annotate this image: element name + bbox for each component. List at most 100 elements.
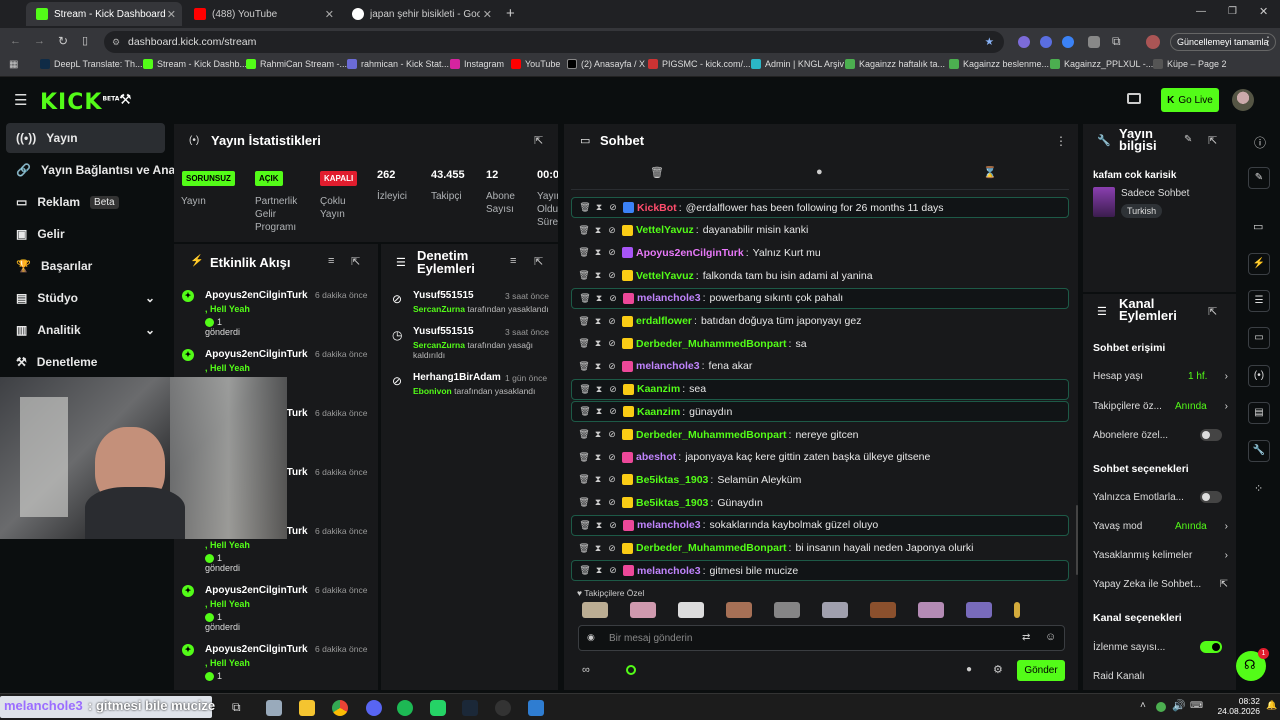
edit-icon[interactable]: ✎ <box>1184 134 1192 145</box>
delete-message-icon[interactable]: 🗑 <box>577 316 591 327</box>
emote-icon[interactable] <box>822 602 848 618</box>
chat-filter-icon[interactable]: ● <box>816 166 823 178</box>
timeout-icon[interactable]: ⧗ <box>591 247 605 258</box>
chat-username[interactable]: VettelYavuz <box>636 270 694 282</box>
bookmark-item[interactable]: YouTube <box>511 59 560 69</box>
obs-icon[interactable] <box>495 700 511 716</box>
emote-icon[interactable] <box>774 602 800 618</box>
preview-icon[interactable]: ▭ <box>1253 220 1263 233</box>
delete-message-icon[interactable]: 🗑 <box>577 247 591 258</box>
sidebar-item-studio[interactable]: ▤ Stüdyo ⌄ <box>6 283 165 313</box>
trash-icon[interactable]: 🗑 <box>650 166 664 179</box>
popout-icon[interactable]: ⇱ <box>534 134 543 147</box>
delete-message-icon[interactable]: 🗑 <box>578 565 592 576</box>
sidebar-item-analytics[interactable]: ▥ Analitik ⌄ <box>6 315 165 345</box>
chat-message[interactable]: 🗑 ⧗ ⊘ melanchole3: powerbang sıkıntı çok pah… <box>571 287 1069 309</box>
ban-icon[interactable]: ⊘ <box>606 202 620 213</box>
tab-kick-dashboard[interactable]: Stream - Kick Dashboard ✕ <box>26 2 182 26</box>
ban-icon[interactable]: ⊘ <box>605 543 619 554</box>
chat-message[interactable]: 🗑 ⧗ ⊘ Kaanzim: günaydın <box>571 401 1069 423</box>
extension-icon[interactable] <box>1040 36 1052 48</box>
chat-message[interactable]: 🗑 ⧗ ⊘ abeshot: japonyaya kaç kere gittin zat… <box>571 447 1069 468</box>
app-icon[interactable] <box>528 700 544 716</box>
ban-icon[interactable]: ⊘ <box>606 293 620 304</box>
timeout-icon[interactable]: ⧗ <box>592 293 606 304</box>
sidebar-item-achievements[interactable]: 🏆 Başarılar <box>6 251 165 281</box>
sidebar-item-moderation[interactable]: ⚒ Denetleme <box>6 347 165 377</box>
puzzle-extensions-icon[interactable]: ⧉ <box>1112 34 1121 49</box>
ban-icon[interactable]: ⊘ <box>606 384 620 395</box>
timeout-icon[interactable]: ⧗ <box>591 316 605 327</box>
emote-icon[interactable] <box>870 602 896 618</box>
chat-message[interactable]: 🗑 ⧗ ⊘ Be5iktas_1903: Günaydın <box>571 492 1069 513</box>
chat-username[interactable]: abeshot <box>636 451 676 463</box>
chat-username[interactable]: Kaanzim <box>637 383 680 395</box>
chat-menu-icon[interactable]: ⋮ <box>1055 134 1067 148</box>
chat-message[interactable]: 🗑 ⧗ ⊘ Derbeder_MuhammedBonpart: bi insanın h… <box>571 538 1069 559</box>
delete-message-icon[interactable]: 🗑 <box>578 202 592 213</box>
bookmark-item[interactable]: Instagram <box>450 59 504 69</box>
delete-message-icon[interactable]: 🗑 <box>578 520 592 531</box>
subscribers-only-toggle[interactable] <box>1200 429 1222 441</box>
category-name[interactable]: Sadece Sohbet <box>1121 188 1189 199</box>
tab-google[interactable]: japan şehir bisikleti - Google'da ✕ <box>342 2 498 26</box>
chat-message[interactable]: 🗑 ⧗ ⊘ Derbeder_MuhammedBonpart: sa <box>571 333 1069 354</box>
chat-username[interactable]: erdalflower <box>636 315 692 327</box>
hamburger-menu-icon[interactable]: ☰ <box>14 91 27 109</box>
timeout-icon[interactable]: ⧗ <box>591 361 605 372</box>
chat-bubble-icon[interactable]: ▭ <box>1248 327 1270 349</box>
chat-input[interactable]: ◉ Bir mesaj gönderin ⇄ ☺ <box>578 625 1065 651</box>
ban-icon[interactable]: ⊘ <box>605 497 619 508</box>
close-tab-icon[interactable]: ✕ <box>167 8 176 21</box>
chat-message[interactable]: 🗑 ⧗ ⊘ melanchole3: gitmesi bile mucize <box>571 560 1069 582</box>
followers-only-row[interactable]: Takipçilere öz... Anında › <box>1093 399 1228 413</box>
delete-message-icon[interactable]: 🗑 <box>578 406 592 417</box>
new-tab-icon[interactable]: + <box>506 5 515 22</box>
timeout-icon[interactable]: ⧗ <box>591 474 605 485</box>
timeout-icon[interactable]: ⧗ <box>592 202 606 213</box>
chrome-icon[interactable] <box>332 700 348 716</box>
close-tab-icon[interactable]: ✕ <box>325 8 334 21</box>
wrench-icon[interactable]: 🔧 <box>1248 440 1270 462</box>
popout-icon[interactable]: ⇱ <box>1208 134 1217 147</box>
list-icon[interactable]: ☰ <box>1248 290 1270 312</box>
back-icon[interactable]: ← <box>10 35 21 47</box>
chat-username[interactable]: melanchole3 <box>637 519 701 531</box>
delete-message-icon[interactable]: 🗑 <box>577 361 591 372</box>
minimize-icon[interactable]: — <box>1196 6 1206 17</box>
delete-message-icon[interactable]: 🗑 <box>577 338 591 349</box>
bookmark-item[interactable]: Admin | KNGL Arşiv <box>751 59 844 69</box>
timeout-icon[interactable]: ⧗ <box>591 225 605 236</box>
send-button[interactable]: Gönder <box>1017 660 1065 681</box>
bookmark-item[interactable]: Kagainzz beslenme... <box>949 59 1049 69</box>
profile-avatar[interactable] <box>1146 35 1160 49</box>
chat-username[interactable]: KickBot <box>637 202 677 214</box>
ban-icon[interactable]: ⊘ <box>605 225 619 236</box>
emote-only-toggle[interactable] <box>1200 491 1222 503</box>
sidebar-item-ads[interactable]: ▭ Reklam Beta <box>6 187 165 217</box>
delete-message-icon[interactable]: 🗑 <box>578 384 592 395</box>
delete-message-icon[interactable]: 🗑 <box>577 225 591 236</box>
apps-grid-icon[interactable]: ▦ <box>9 59 18 70</box>
extension-icon[interactable] <box>1062 36 1074 48</box>
bookmark-item[interactable]: Kagainzz haftalık ta... <box>845 59 945 69</box>
account-age-row[interactable]: Hesap yaşı 1 hf. › <box>1093 369 1228 383</box>
bookmark-item[interactable]: PIGSMC - kick.com/... <box>648 59 751 69</box>
delete-message-icon[interactable]: 🗑 <box>577 429 591 440</box>
emote-icon[interactable] <box>582 602 608 618</box>
popout-icon[interactable]: ⇱ <box>1208 305 1217 318</box>
forward-icon[interactable]: → <box>34 35 45 47</box>
volume-icon[interactable]: 🔊 <box>1172 699 1186 712</box>
shield-extension-icon[interactable] <box>1088 36 1100 48</box>
bookmark-item[interactable]: DeepL Translate: Th... <box>40 59 143 69</box>
maximize-icon[interactable]: ❐ <box>1228 6 1237 17</box>
view-count-toggle[interactable] <box>1200 641 1222 653</box>
close-window-icon[interactable]: ✕ <box>1259 5 1268 18</box>
slow-mode-row[interactable]: Yavaş mod Anında › <box>1093 519 1228 533</box>
activity-item[interactable]: ✦ Apoyus2enCilginTurk 6 dakika önce , Hell … <box>182 290 372 349</box>
timeout-icon[interactable]: ⧗ <box>591 429 605 440</box>
emote-icon[interactable] <box>726 602 752 618</box>
raid-channel-row[interactable]: Raid Kanalı <box>1093 669 1228 683</box>
language-indicator-icon[interactable]: ⌨ <box>1190 700 1203 711</box>
sidebar-item-revenue[interactable]: ▣ Gelir <box>6 219 165 249</box>
